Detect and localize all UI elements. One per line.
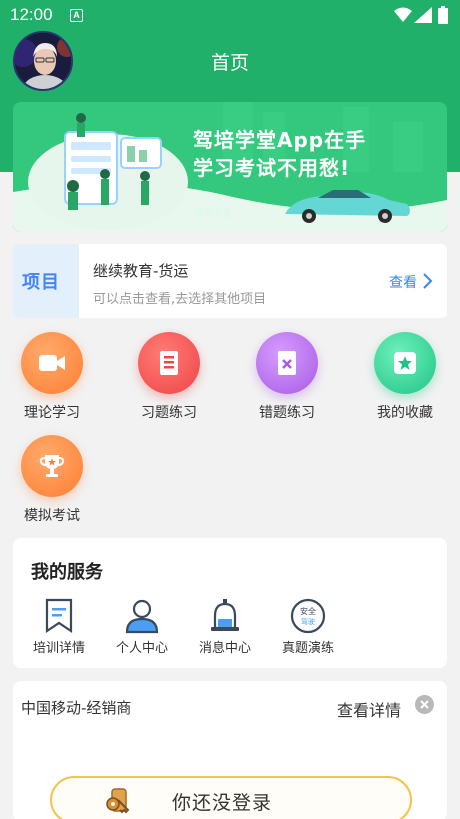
promo-banner[interactable]: 驾培学堂App在手 学习考试不用愁! 驾培学堂 xyxy=(13,102,447,232)
banner-slogan-line2: 学习考试不用愁! xyxy=(193,156,351,180)
safety-exam-icon-text2: 驾驶 xyxy=(301,617,315,626)
close-icon[interactable] xyxy=(415,695,434,714)
func-mock-exam[interactable]: 模拟考试 xyxy=(2,435,102,525)
project-hint: 可以点击查看,去选择其他项目 xyxy=(93,292,267,307)
star-icon xyxy=(394,352,416,374)
signal-icon xyxy=(414,7,432,23)
banner-slogan: 驾培学堂App在手 学习考试不用愁! xyxy=(193,126,366,182)
video-camera-icon xyxy=(39,355,65,371)
func-my-favorites-circle xyxy=(374,332,436,394)
page-title: 首页 xyxy=(210,52,249,74)
service-past-exams[interactable]: 安全 驾驶 真题演练 xyxy=(270,596,346,656)
func-theory-study[interactable]: 理论学习 xyxy=(2,332,102,422)
project-name: 继续教育-货运 xyxy=(93,262,189,280)
trophy-icon xyxy=(39,455,65,477)
func-mock-exam-circle xyxy=(21,435,83,497)
user-icon xyxy=(125,599,159,634)
project-badge-text: 项目 xyxy=(22,272,60,293)
service-personal-center[interactable]: 个人中心 xyxy=(104,596,180,656)
login-card: 中国移动-经销商 查看详情 你还没登录 xyxy=(13,681,447,819)
service-training-details[interactable]: 培训详情 xyxy=(21,596,97,656)
view-details-link[interactable]: 查看详情 xyxy=(337,697,401,721)
wifi-icon xyxy=(394,7,412,22)
safety-exam-icon: 安全 驾驶 xyxy=(290,598,326,634)
battery-icon xyxy=(438,6,448,24)
my-services-card: 我的服务 培训详情 个人中心 消息中心 安全 驾驶 真题演练 xyxy=(13,538,447,668)
safety-exam-icon-text1: 安全 xyxy=(300,606,316,616)
func-theory-study-circle xyxy=(21,332,83,394)
banner-slogan-line1: 驾培学堂App在手 xyxy=(193,128,367,152)
login-button-label: 你还没登录 xyxy=(172,792,273,814)
project-badge: 项目 xyxy=(13,244,79,318)
func-exercise-practice-circle xyxy=(138,332,200,394)
bell-icon xyxy=(211,599,239,631)
status-time: 12:00 xyxy=(10,5,53,24)
func-wrong-practice[interactable]: 错题练习 xyxy=(237,332,337,422)
document-list-icon xyxy=(160,351,178,375)
wrong-answer-icon xyxy=(278,351,296,375)
service-label: 真题演练 xyxy=(281,641,334,656)
func-label: 模拟考试 xyxy=(24,508,80,524)
banner-brand: 驾培学堂 xyxy=(195,209,232,219)
project-card[interactable]: 项目 继续教育-货运 可以点击查看,去选择其他项目 查看 xyxy=(13,244,447,318)
func-label: 理论学习 xyxy=(24,405,80,421)
login-button[interactable]: 你还没登录 xyxy=(50,776,412,819)
service-message-center[interactable]: 消息中心 xyxy=(187,596,263,656)
status-bar: 12:00 A xyxy=(0,0,460,32)
func-label: 我的收藏 xyxy=(377,405,433,421)
service-label: 培训详情 xyxy=(32,641,85,656)
services-title: 我的服务 xyxy=(31,562,103,583)
service-label: 消息中心 xyxy=(198,641,251,656)
func-my-favorites[interactable]: 我的收藏 xyxy=(355,332,455,422)
func-label: 习题练习 xyxy=(141,405,197,421)
chevron-right-icon[interactable] xyxy=(421,272,435,290)
service-label: 个人中心 xyxy=(115,641,168,656)
organization-name: 中国移动-经销商 xyxy=(21,699,132,717)
key-icon xyxy=(106,788,130,814)
notification-a-icon: A xyxy=(70,9,83,22)
func-label: 错题练习 xyxy=(259,405,315,421)
func-wrong-practice-circle xyxy=(256,332,318,394)
view-project-link[interactable]: 查看 xyxy=(389,272,417,292)
func-exercise-practice[interactable]: 习题练习 xyxy=(119,332,219,422)
bookmark-icon xyxy=(45,598,73,634)
